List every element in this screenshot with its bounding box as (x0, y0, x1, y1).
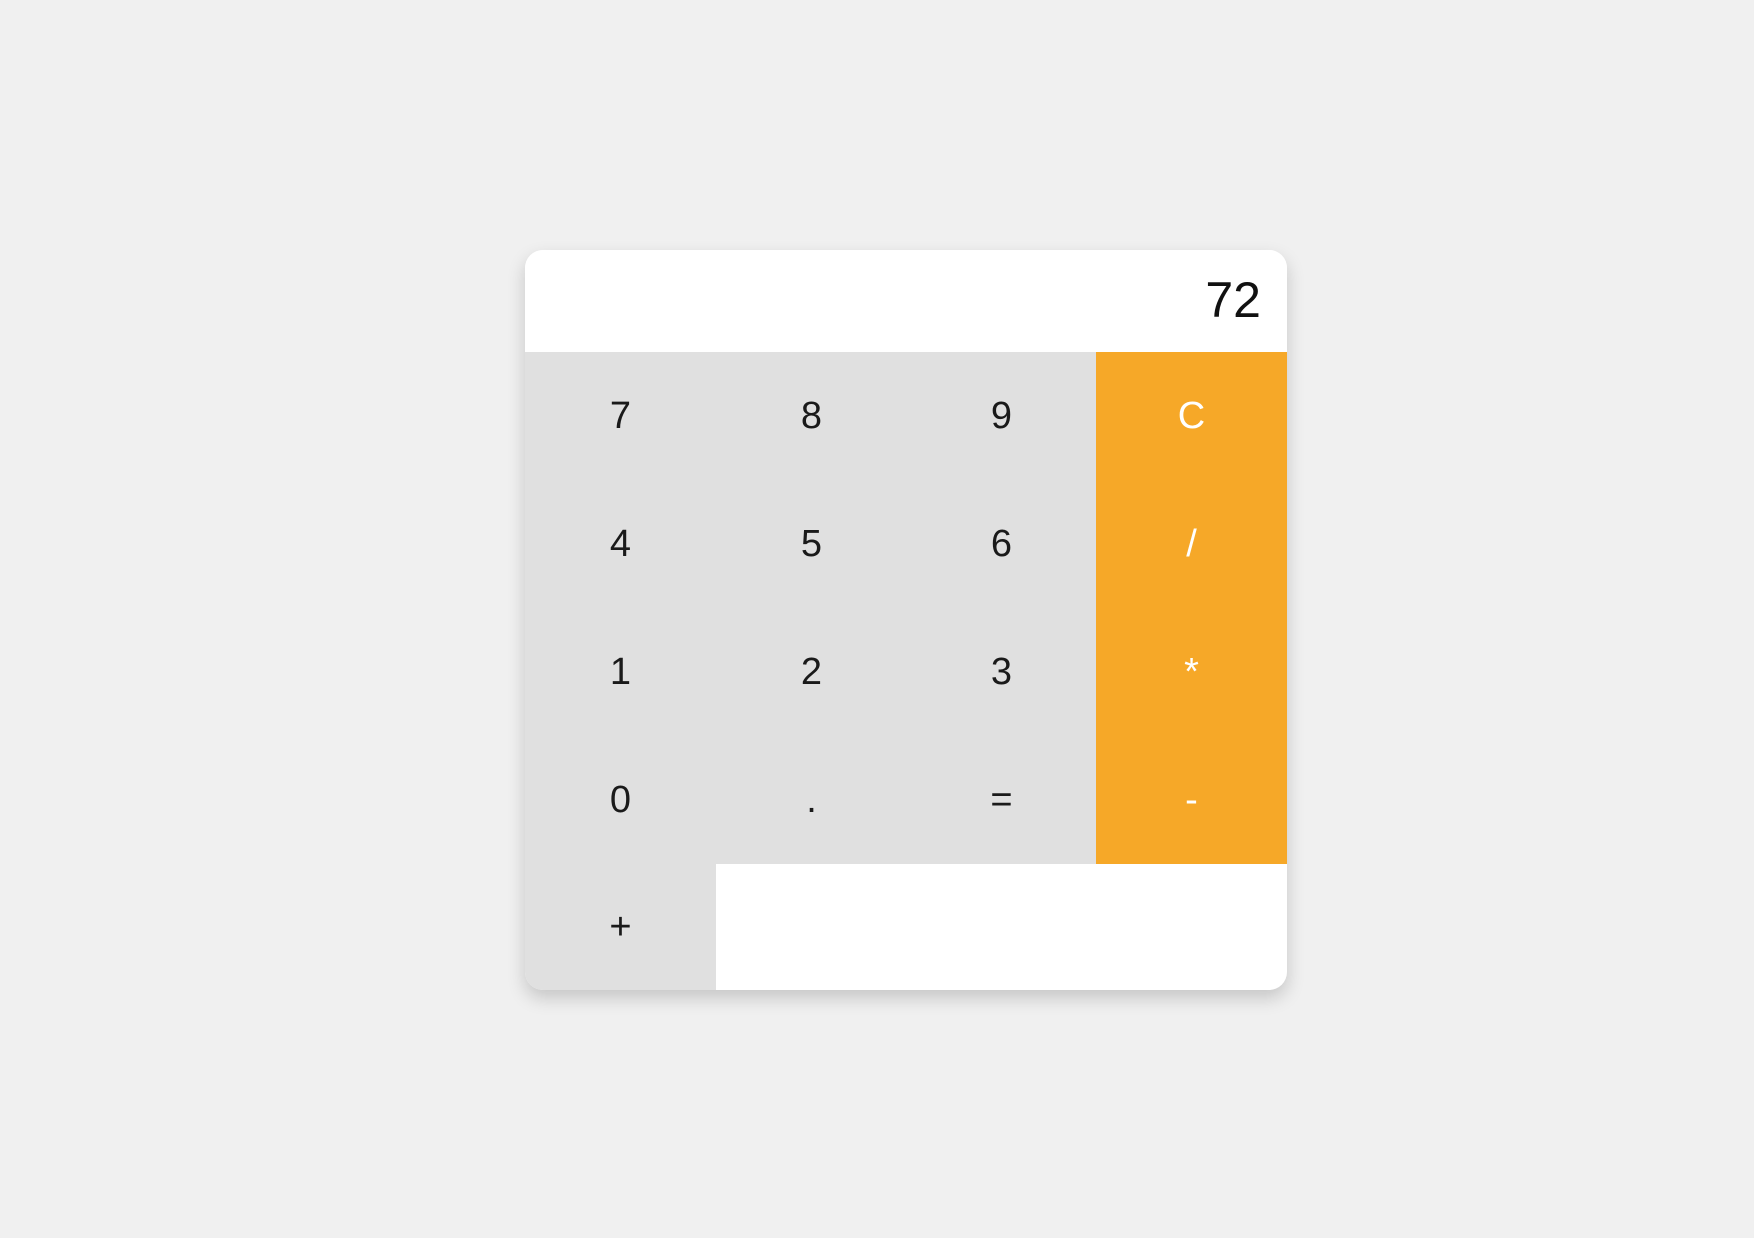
key-2[interactable]: 2 (716, 608, 907, 736)
key-8[interactable]: 8 (716, 352, 907, 480)
key-7[interactable]: 7 (525, 352, 716, 480)
key-3[interactable]: 3 (906, 608, 1097, 736)
clear-button[interactable]: C (1096, 352, 1287, 480)
display: 72 (525, 250, 1287, 352)
equals-button[interactable]: = (906, 736, 1097, 864)
key-6[interactable]: 6 (906, 480, 1097, 608)
calculator: 72 7 8 9 C 4 5 6 / 1 2 3 * 0 . = - + (525, 250, 1287, 990)
key-0[interactable]: 0 (525, 736, 716, 864)
key-1[interactable]: 1 (525, 608, 716, 736)
subtract-button[interactable]: - (1096, 736, 1287, 864)
display-value: 72 (1205, 272, 1261, 328)
divide-button[interactable]: / (1096, 480, 1287, 608)
add-button[interactable]: + (525, 864, 716, 990)
key-4[interactable]: 4 (525, 480, 716, 608)
decimal-button[interactable]: . (716, 736, 907, 864)
key-9[interactable]: 9 (906, 352, 1097, 480)
key-5[interactable]: 5 (716, 480, 907, 608)
multiply-button[interactable]: * (1096, 608, 1287, 736)
